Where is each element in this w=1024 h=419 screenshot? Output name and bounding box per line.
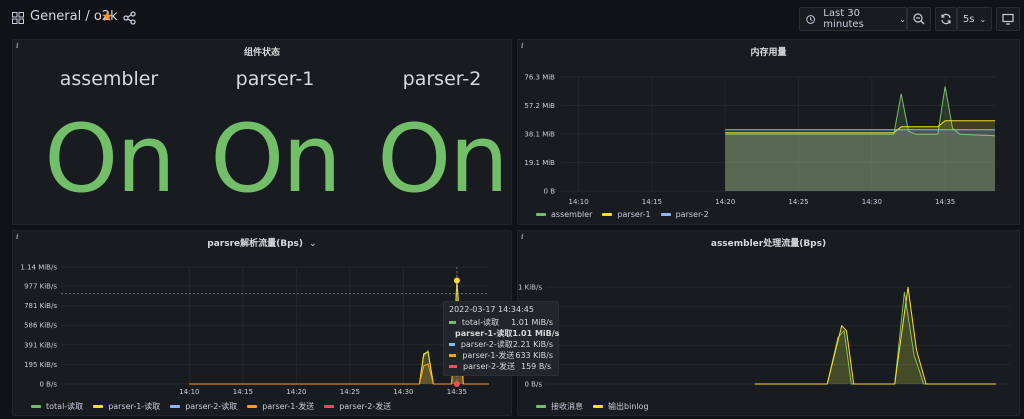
hover-point bbox=[453, 381, 460, 387]
tooltip-swatch bbox=[449, 354, 457, 357]
y-tick-label: 38.1 MiB bbox=[524, 131, 555, 139]
assembler-traffic-panel: i assembler处理流量(Bps) 0 B/s781 KiB/s 接收消息… bbox=[517, 230, 1020, 416]
dashboards-grid-icon[interactable] bbox=[12, 12, 24, 24]
legend-item-assembler[interactable]: assembler bbox=[536, 210, 592, 219]
tooltip-series-value: 159 B/s bbox=[521, 362, 552, 371]
panel-title[interactable]: 组件状态 bbox=[13, 45, 511, 58]
top-bar: General / o2k ★ Last 30 minutes ⌄ 5s ⌄ bbox=[0, 0, 1024, 36]
series-area-接收消息 bbox=[754, 291, 997, 384]
tooltip-swatch bbox=[449, 343, 455, 346]
time-range-picker[interactable]: Last 30 minutes ⌄ bbox=[799, 7, 907, 31]
x-tick-label: 14:25 bbox=[340, 388, 360, 396]
y-tick-label: 391 KiB/s bbox=[24, 341, 57, 349]
hover-point bbox=[453, 277, 460, 284]
refresh-interval-picker[interactable]: 5s ⌄ bbox=[957, 7, 992, 31]
legend-item-parser-2[interactable]: parser-2 bbox=[660, 210, 709, 219]
x-tick-label: 14:20 bbox=[286, 388, 306, 396]
y-tick-label: 1.14 MiB/s bbox=[20, 264, 57, 272]
tooltip-series-value: 2.21 KiB/s bbox=[512, 340, 553, 349]
series-area-输出binlog bbox=[754, 287, 997, 384]
y-tick-label: 0 B bbox=[544, 188, 556, 196]
stat-name-assembler: assembler bbox=[59, 68, 159, 90]
x-tick-label: 14:15 bbox=[233, 388, 253, 396]
tooltip-row: parser-2-发送 159 B/s bbox=[449, 361, 553, 372]
x-tick-label: 14:30 bbox=[862, 198, 882, 206]
series-line-输出binlog bbox=[754, 286, 997, 385]
chevron-down-icon: ⌄ bbox=[979, 14, 987, 24]
y-tick-label: 19.1 MiB bbox=[524, 159, 555, 167]
x-tick-label: 14:15 bbox=[642, 198, 662, 206]
tooltip-series-value: 633 KiB/s bbox=[515, 351, 553, 360]
tooltip-series-value: 1.01 MiB/s bbox=[512, 329, 560, 338]
legend-item-parser-1-send[interactable]: parser-1-发送 bbox=[247, 401, 314, 412]
stat-value-parser-2: On bbox=[377, 105, 509, 214]
y-tick-label: 57.2 MiB bbox=[524, 102, 555, 110]
tooltip-series-value: 1.01 MiB/s bbox=[511, 318, 553, 327]
y-tick-label: 195 KiB/s bbox=[24, 361, 57, 369]
tooltip-series-name: parser-1-读取 bbox=[455, 329, 513, 338]
y-tick-label: 781 KiB/s bbox=[518, 284, 542, 292]
refresh-button[interactable] bbox=[935, 7, 957, 31]
y-tick-label: 781 KiB/s bbox=[24, 302, 57, 310]
legend-item-output-binlog[interactable]: 输出binlog bbox=[593, 401, 649, 412]
tooltip-series-name: parser-2-发送 bbox=[463, 362, 515, 371]
tooltip-series-name: parser-2-读取 bbox=[460, 340, 513, 349]
stat-value-parser-1: On bbox=[210, 105, 342, 214]
zoom-out-icon bbox=[913, 13, 925, 25]
refresh-interval-label: 5s bbox=[962, 13, 975, 25]
hover-tooltip: 2022-03-17 14:34:45 total-读取 1.01 MiB/s pa… bbox=[443, 301, 559, 376]
x-tick-label: 14:20 bbox=[715, 198, 735, 206]
legend-item-total-read[interactable]: total-读取 bbox=[31, 401, 83, 412]
chevron-down-icon: ⌄ bbox=[899, 14, 906, 24]
tooltip-series-name: parser-1-发送 bbox=[462, 351, 515, 360]
legend-item-parser-2-send[interactable]: parser-2-发送 bbox=[324, 401, 391, 412]
stat-value-assembler: On bbox=[44, 105, 176, 214]
parser-legend: total-读取 parser-1-读取 parser-2-读取 parser-… bbox=[31, 401, 401, 412]
assembler-traffic-chart[interactable]: 0 B/s 781 KiB/s bbox=[518, 231, 1021, 417]
tooltip-swatch bbox=[449, 365, 457, 368]
share-icon[interactable] bbox=[122, 10, 138, 26]
tv-mode-button[interactable] bbox=[996, 7, 1020, 31]
x-tick-label: 14:35 bbox=[935, 198, 955, 206]
time-range-label: Last 30 minutes bbox=[823, 8, 864, 30]
memory-panel: i 内存用量 0 B 19.1 MiB 38.1 MiB 57.2 MiB 76.3 M… bbox=[517, 39, 1020, 225]
series-area-parser-2 bbox=[725, 129, 995, 191]
tooltip-series-name: total-读取 bbox=[461, 318, 499, 327]
legend-item-parser-1-read[interactable]: parser-1-读取 bbox=[93, 401, 160, 412]
x-tick-label: 14:10 bbox=[569, 198, 589, 206]
memory-legend: assembler parser-1 parser-2 bbox=[536, 210, 719, 219]
stat-name-parser-2: parser-2 bbox=[402, 68, 482, 90]
parser-traffic-panel: i parsre解析流量(Bps) ⌄ 0 B/s 195 KiB/s 391 Ki… bbox=[12, 230, 512, 416]
status-panel: i 组件状态 assembler parser-1 parser-2 On On… bbox=[12, 39, 512, 225]
x-tick-label: 14:25 bbox=[788, 198, 808, 206]
tooltip-row: parser-2-读取 2.21 KiB/s bbox=[449, 339, 553, 350]
legend-item-parser-1[interactable]: parser-1 bbox=[602, 210, 651, 219]
y-tick-label: 0 B/s bbox=[525, 381, 543, 389]
zoom-out-button[interactable] bbox=[907, 7, 931, 31]
y-tick-label: 76.3 MiB bbox=[524, 74, 555, 82]
tooltip-row: parser-1-发送 633 KiB/s bbox=[449, 350, 553, 361]
y-tick-label: 586 KiB/s bbox=[24, 322, 57, 330]
monitor-icon bbox=[1002, 13, 1014, 25]
x-tick-label: 14:10 bbox=[179, 388, 199, 396]
x-tick-label: 14:35 bbox=[447, 388, 467, 396]
x-tick-label: 14:30 bbox=[393, 388, 413, 396]
memory-chart[interactable]: 0 B 19.1 MiB 38.1 MiB 57.2 MiB 76.3 MiB 14:10… bbox=[518, 40, 1021, 226]
y-tick-label: 0 B/s bbox=[40, 381, 58, 389]
tooltip-row: parser-1-读取 1.01 MiB/s bbox=[449, 328, 559, 339]
assembler-legend: 接收消息 输出binlog bbox=[536, 401, 659, 412]
y-tick-label: 977 KiB/s bbox=[24, 283, 57, 291]
tooltip-swatch bbox=[449, 321, 456, 324]
stat-name-parser-1: parser-1 bbox=[235, 68, 315, 90]
parser-traffic-chart[interactable]: 0 B/s 195 KiB/s 391 KiB/s 586 KiB/s 781 KiB/… bbox=[13, 231, 513, 417]
refresh-icon bbox=[941, 13, 951, 25]
star-icon[interactable]: ★ bbox=[101, 9, 114, 25]
legend-item-parser-2-read[interactable]: parser-2-读取 bbox=[170, 401, 237, 412]
series-line-接收消息 bbox=[754, 291, 997, 385]
tooltip-time: 2022-03-17 14:34:45 bbox=[449, 305, 534, 314]
tooltip-row: total-读取 1.01 MiB/s bbox=[449, 317, 553, 328]
clock-icon bbox=[806, 14, 815, 24]
legend-item-receive-messages[interactable]: 接收消息 bbox=[536, 401, 583, 412]
